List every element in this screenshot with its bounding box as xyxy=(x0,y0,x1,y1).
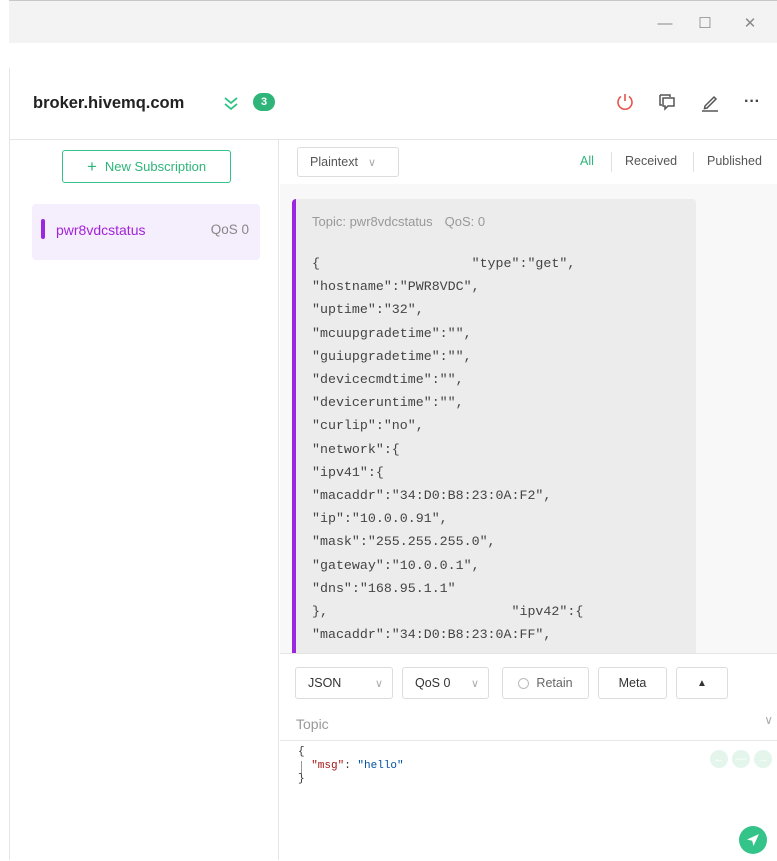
maximize-icon: ☐ xyxy=(698,15,712,32)
publish-qos-select[interactable]: QoS 0 ∨ xyxy=(402,667,489,699)
arrow-left-icon: ← xyxy=(713,753,725,765)
filter-received[interactable]: Received xyxy=(625,154,677,168)
history-reset-button[interactable]: — xyxy=(732,750,750,768)
publish-format-value: JSON xyxy=(308,676,342,690)
meta-button[interactable]: Meta xyxy=(598,667,667,699)
filter-published[interactable]: Published xyxy=(707,154,762,168)
send-button[interactable] xyxy=(739,826,767,854)
window-titlebar: — ☐ ✕ xyxy=(9,0,777,43)
payload-format-select[interactable]: Plaintext ∨ xyxy=(297,147,399,177)
close-icon: ✕ xyxy=(743,15,757,32)
messages-panel: Plaintext ∨ All Received Published Topic… xyxy=(280,140,777,860)
payload-colon: : xyxy=(344,759,358,772)
filter-all[interactable]: All xyxy=(580,154,594,168)
chevron-down-icon: ∨ xyxy=(470,677,479,690)
chevron-down-icon[interactable]: ∨ xyxy=(764,713,773,727)
payload-value: "hello" xyxy=(357,759,404,772)
edit-connection-button[interactable] xyxy=(698,90,722,114)
arrow-right-icon: → xyxy=(757,753,769,765)
close-window-button[interactable]: ✕ xyxy=(735,11,765,35)
subscription-color-bar xyxy=(41,219,45,239)
payload-text: { "msg": "hello" } xyxy=(298,746,404,787)
more-icon: ··· xyxy=(744,93,760,110)
minimize-button[interactable]: — xyxy=(650,11,680,35)
message-payload: { "type":"get", "hostname":"PWR8VDC", "u… xyxy=(312,256,584,643)
payload-format-value: Plaintext xyxy=(310,155,358,169)
message-qos: QoS: 0 xyxy=(444,214,486,229)
received-message[interactable]: Topic: pwr8vdcstatus QoS: 0 { "type":"get… xyxy=(292,199,696,653)
plus-icon: + xyxy=(86,157,97,176)
maximize-button[interactable]: ☐ xyxy=(690,11,720,35)
new-subscription-button[interactable]: + New Subscription xyxy=(62,150,231,183)
publish-format-select[interactable]: JSON ∨ xyxy=(295,667,393,699)
retain-label: Retain xyxy=(536,676,573,690)
history-back-button[interactable]: ← xyxy=(710,750,728,768)
chevron-down-icon: ∨ xyxy=(374,677,383,690)
connection-header: broker.hivemq.com 3 ··· xyxy=(9,68,777,140)
publish-topic-input[interactable] xyxy=(296,710,766,738)
history-forward-button[interactable]: → xyxy=(754,750,772,768)
copy-icon xyxy=(659,94,675,111)
payload-key: "msg" xyxy=(311,759,345,772)
duplicate-connection-button[interactable] xyxy=(655,90,679,114)
messages-toolbar: Plaintext ∨ All Received Published xyxy=(280,140,777,184)
connection-count-badge: 3 xyxy=(253,93,275,111)
filter-divider xyxy=(693,152,694,172)
new-subscription-label: New Subscription xyxy=(104,159,207,174)
subscription-item[interactable]: pwr8vdcstatus QoS 0 xyxy=(32,204,260,260)
retain-radio xyxy=(518,677,530,689)
power-icon xyxy=(617,94,633,110)
message-meta: Topic: pwr8vdcstatus QoS: 0 xyxy=(312,214,497,229)
subscriptions-sidebar: + New Subscription pwr8vdcstatus QoS 0 xyxy=(9,140,279,860)
double-chevron-down-icon[interactable] xyxy=(221,91,241,115)
collapse-button[interactable]: ▲ xyxy=(676,667,728,699)
publish-composer: JSON ∨ QoS 0 ∨ Retain Meta ▲ ∨ { "msg": … xyxy=(280,653,777,860)
brace-open: { xyxy=(298,746,305,758)
broker-name: broker.hivemq.com xyxy=(33,94,185,112)
minus-icon: — xyxy=(735,753,747,765)
filter-divider xyxy=(611,152,612,172)
chevron-down-icon: ∨ xyxy=(367,156,377,169)
minimize-icon: — xyxy=(657,14,673,32)
payload-editor[interactable]: { "msg": "hello" } ← — → xyxy=(280,740,777,861)
brace-close: } xyxy=(298,773,305,785)
retain-toggle[interactable]: Retain xyxy=(502,667,589,699)
publish-qos-value: QoS 0 xyxy=(415,676,451,690)
more-options-button[interactable]: ··· xyxy=(740,90,764,114)
subscription-topic: pwr8vdcstatus xyxy=(56,222,146,238)
subscription-qos: QoS 0 xyxy=(210,222,249,237)
caret-up-icon: ▲ xyxy=(697,677,707,689)
message-topic: Topic: pwr8vdcstatus xyxy=(312,214,433,229)
send-icon xyxy=(747,834,759,846)
edit-icon xyxy=(702,95,718,112)
disconnect-button[interactable] xyxy=(613,90,637,114)
